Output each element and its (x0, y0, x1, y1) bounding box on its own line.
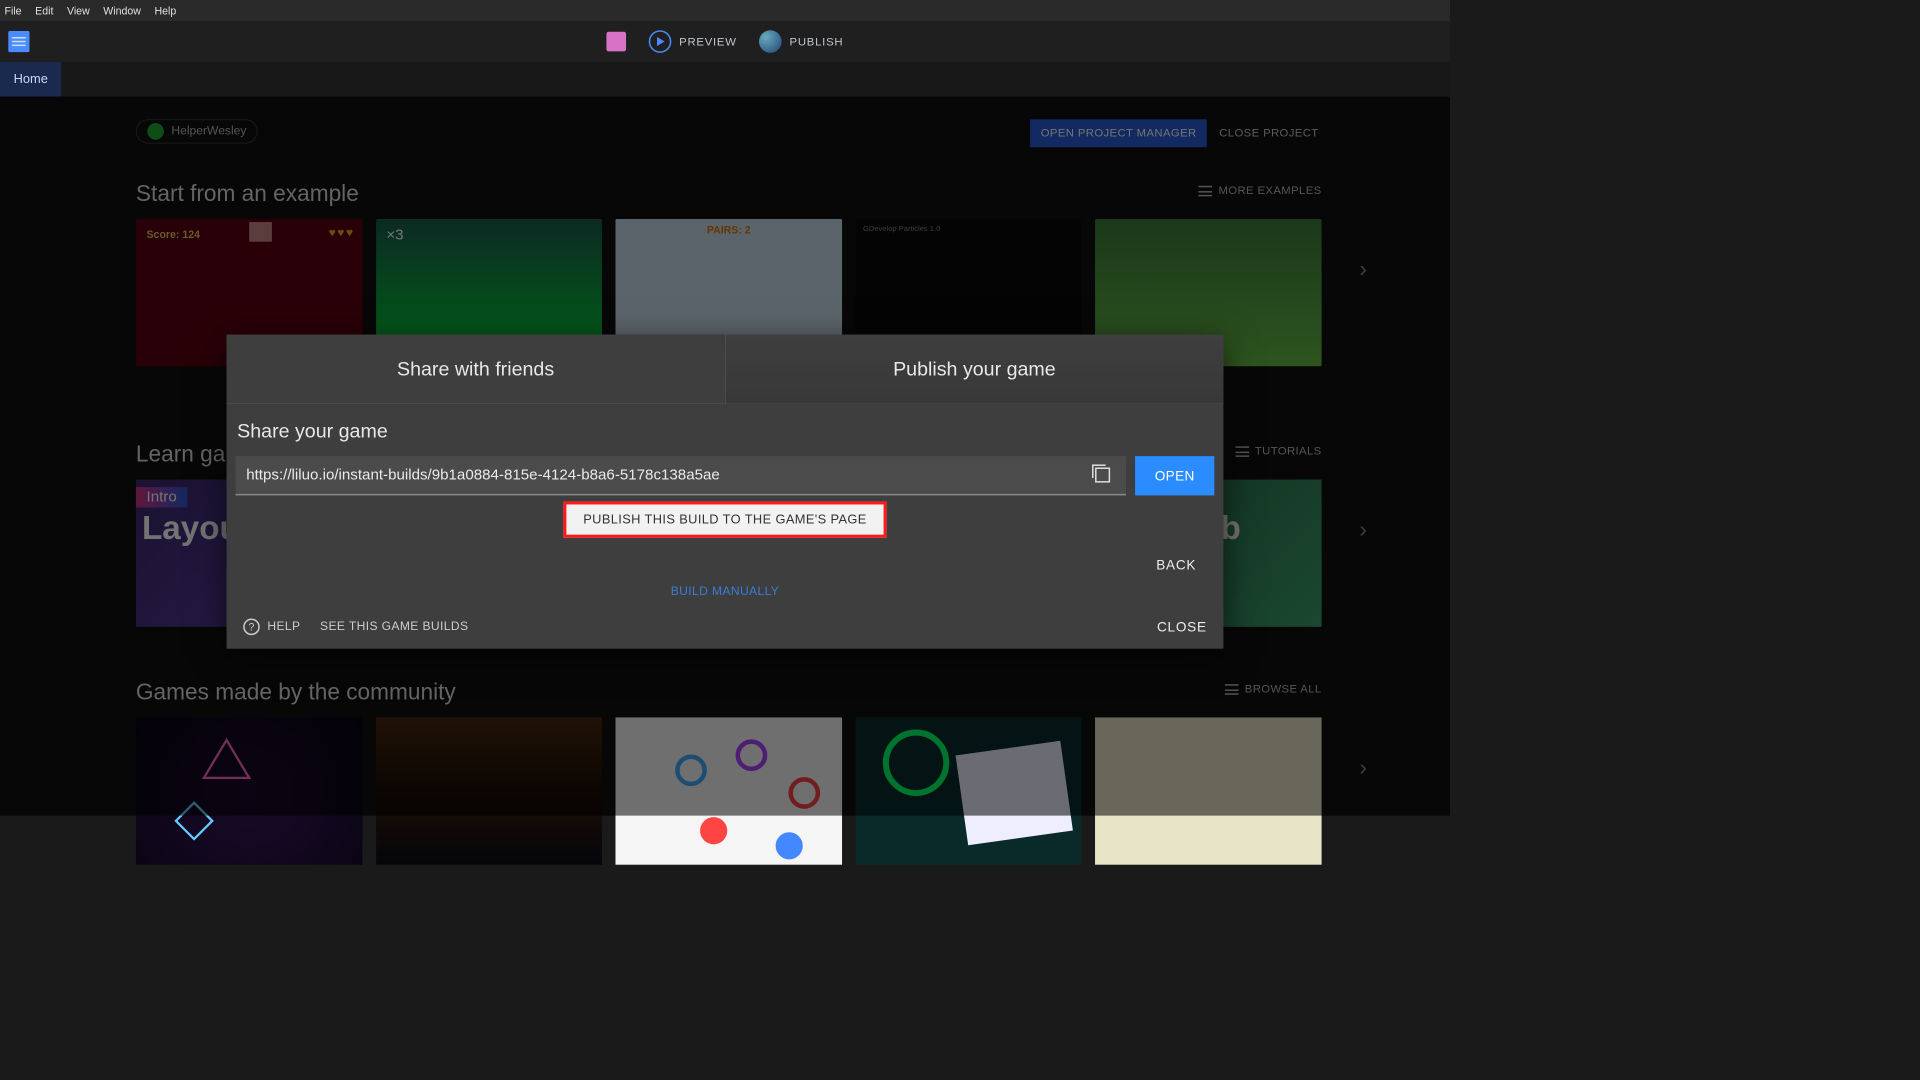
open-url-button[interactable]: OPEN (1135, 456, 1214, 495)
menubar: File Edit View Window Help (0, 0, 1450, 21)
build-manually-link[interactable]: BUILD MANUALLY (236, 585, 1215, 599)
tab-share-with-friends[interactable]: Share with friends (227, 335, 726, 404)
debug-icon[interactable] (607, 32, 627, 52)
help-icon: ? (243, 619, 260, 636)
see-game-builds-link[interactable]: SEE THIS GAME BUILDS (320, 620, 468, 634)
menu-window[interactable]: Window (103, 5, 141, 17)
copy-url-button[interactable] (1090, 462, 1116, 488)
share-url-text: https://liluo.io/instant-builds/9b1a0884… (246, 466, 1090, 483)
menu-help[interactable]: Help (154, 5, 176, 17)
publish-label: PUBLISH (790, 35, 844, 48)
tab-home[interactable]: Home (0, 62, 61, 97)
play-icon (649, 30, 672, 53)
tab-row: Home (0, 62, 1450, 97)
modal-backdrop: Share with friends Publish your game Sha… (0, 97, 1450, 816)
tab-publish-your-game[interactable]: Publish your game (725, 335, 1223, 404)
help-link[interactable]: HELP (267, 620, 300, 634)
preview-button[interactable]: PREVIEW (649, 30, 737, 53)
topbar: PREVIEW PUBLISH (0, 21, 1450, 62)
project-panel-icon[interactable] (8, 31, 29, 52)
preview-label: PREVIEW (679, 35, 737, 48)
menu-file[interactable]: File (5, 5, 22, 17)
close-modal-button[interactable]: CLOSE (1157, 619, 1207, 635)
publish-build-to-game-page-button[interactable]: PUBLISH THIS BUILD TO THE GAME'S PAGE (564, 501, 887, 537)
copy-icon (1095, 467, 1110, 482)
globe-icon (759, 30, 782, 53)
share-url-field[interactable]: https://liluo.io/instant-builds/9b1a0884… (236, 456, 1126, 495)
publish-button[interactable]: PUBLISH (759, 30, 843, 53)
menu-view[interactable]: View (67, 5, 90, 17)
share-heading: Share your game (237, 419, 1214, 442)
share-modal: Share with friends Publish your game Sha… (227, 335, 1224, 649)
main-area: HelperWesley OPEN PROJECT MANAGER CLOSE … (0, 97, 1450, 816)
menu-edit[interactable]: Edit (35, 5, 53, 17)
back-button[interactable]: BACK (1156, 557, 1196, 573)
